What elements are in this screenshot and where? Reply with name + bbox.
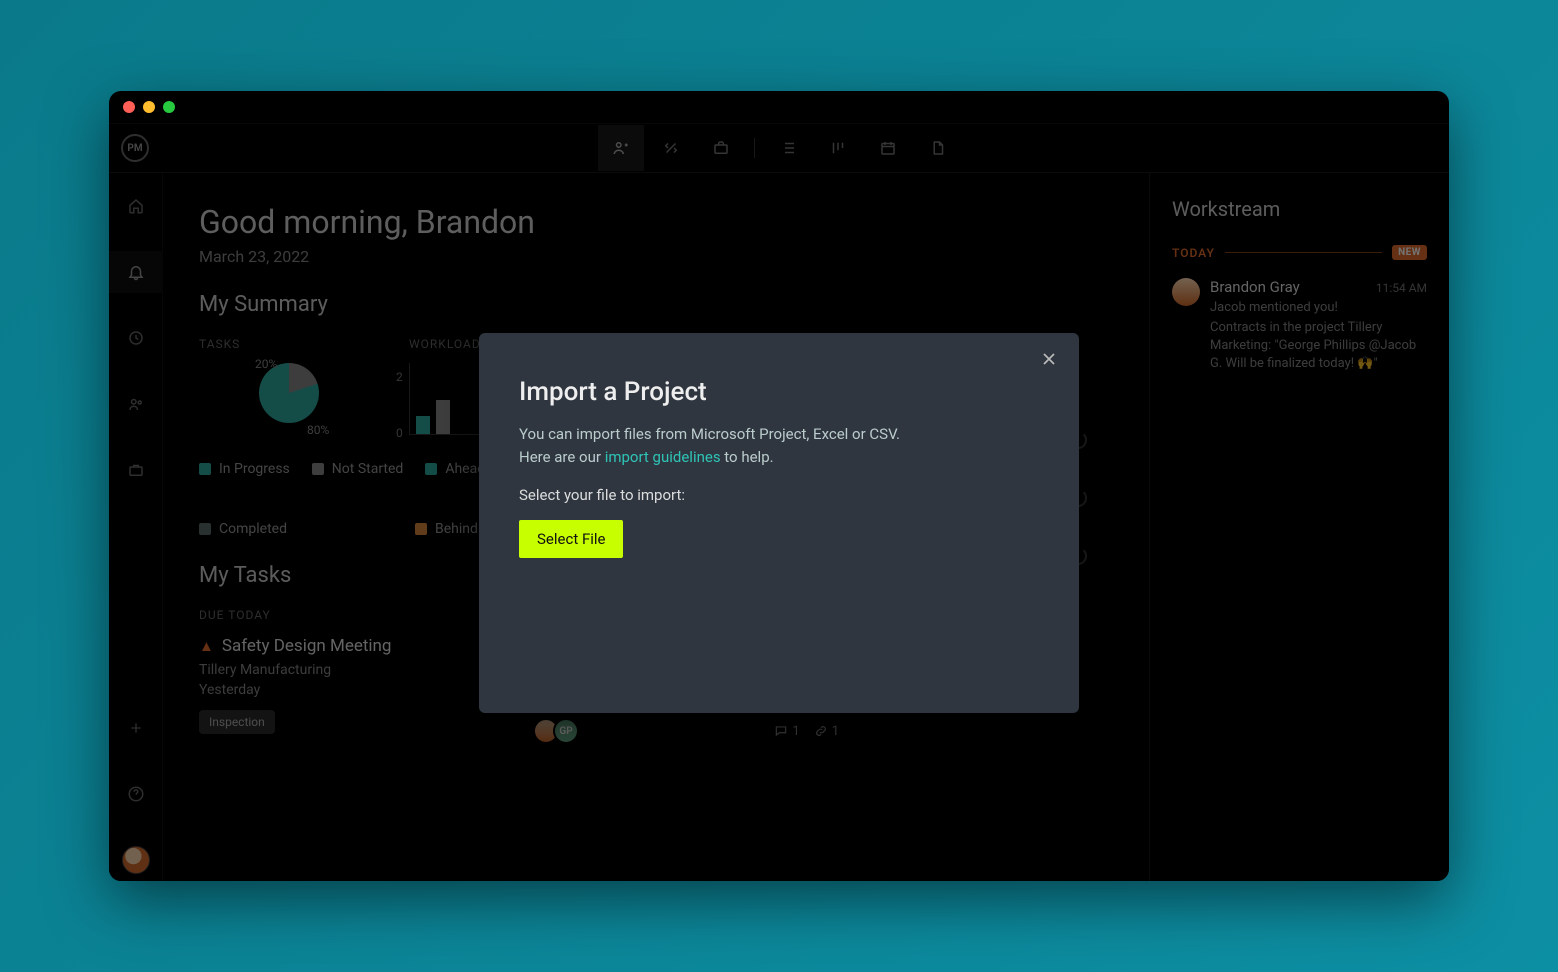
select-file-button[interactable]: Select File [519, 520, 623, 558]
window-minimize-dot[interactable] [143, 101, 155, 113]
app-window: PM [109, 91, 1449, 881]
import-project-modal: Import a Project You can import files fr… [479, 333, 1079, 713]
modal-prompt: Select your file to import: [519, 486, 1039, 504]
modal-title: Import a Project [519, 377, 1039, 407]
window-close-dot[interactable] [123, 101, 135, 113]
modal-overlay[interactable]: Import a Project You can import files fr… [109, 123, 1449, 881]
window-titlebar [109, 91, 1449, 123]
modal-close-button[interactable] [1039, 349, 1059, 369]
modal-body: You can import files from Microsoft Proj… [519, 423, 1039, 468]
import-guidelines-link[interactable]: import guidelines [605, 448, 721, 466]
close-icon [1039, 349, 1059, 369]
window-zoom-dot[interactable] [163, 101, 175, 113]
